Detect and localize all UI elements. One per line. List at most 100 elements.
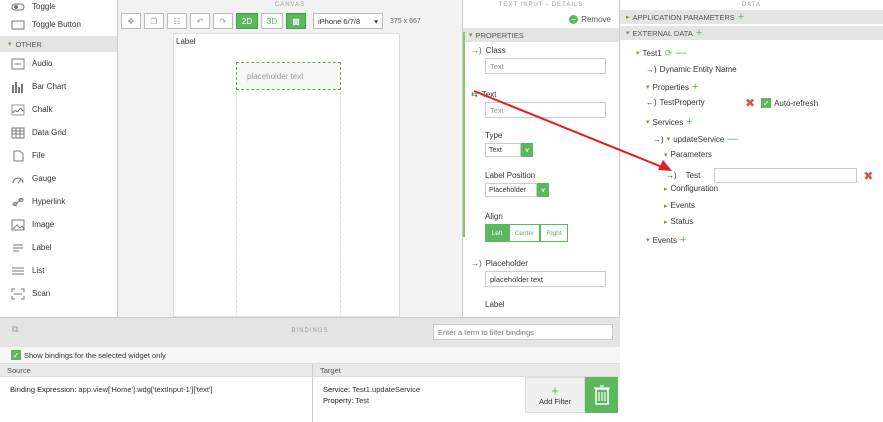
- palette-item-gauge[interactable]: Gauge: [0, 167, 117, 190]
- chevron-down-icon: ▾: [666, 136, 671, 143]
- binding-arrow-icon[interactable]: →): [471, 46, 482, 55]
- text-input[interactable]: Text: [485, 102, 606, 118]
- tree-status[interactable]: ▸ Status: [664, 217, 693, 226]
- palette-section-other[interactable]: ▾ OTHER: [0, 36, 117, 52]
- delete-icon[interactable]: ✖: [745, 96, 755, 110]
- palette-item-image[interactable]: Image: [0, 213, 117, 236]
- properties-header-label: PROPERTIES: [475, 30, 524, 40]
- device-select[interactable]: iPhone 6/7/8 ▾: [313, 13, 383, 29]
- scrollbar-track[interactable]: [463, 32, 465, 237]
- canvas-label-widget[interactable]: Label: [176, 37, 196, 46]
- device-size: 375 x 667: [390, 17, 421, 25]
- add-filter-label: Add Filter: [538, 396, 572, 406]
- remove-icon[interactable]: —: [675, 47, 686, 59]
- list-icon: [10, 264, 26, 278]
- tree-events[interactable]: ▾ Events +: [646, 234, 686, 246]
- align-left-button[interactable]: Left: [485, 224, 509, 242]
- responsive-icon[interactable]: ▩: [286, 13, 306, 29]
- palette-item-audio[interactable]: Audio: [0, 52, 117, 75]
- redo-icon[interactable]: ↷: [213, 13, 233, 29]
- palette-item-list[interactable]: List: [0, 259, 117, 282]
- palette-item-label: List: [32, 266, 45, 275]
- remove-icon[interactable]: —: [727, 133, 738, 145]
- placeholder-input[interactable]: placeholder text: [485, 271, 606, 287]
- chevron-down-icon: ▾: [646, 119, 650, 126]
- chevron-right-icon: ▸: [664, 202, 668, 210]
- binding-arrow-icon[interactable]: →): [646, 65, 657, 74]
- parameter-value-input[interactable]: [714, 168, 858, 183]
- prop-label-position: Label Position Placeholder ∨: [471, 171, 611, 197]
- tree-properties[interactable]: ▾ Properties +: [646, 81, 698, 93]
- source-row[interactable]: Binding Expression: app.view['Home'].wdg…: [0, 377, 312, 402]
- palette-item-scan[interactable]: Scan: [0, 282, 117, 305]
- app-params-section[interactable]: ▸ APPLICATION PARAMETERS +: [620, 10, 883, 24]
- label-position-select[interactable]: Placeholder ∨: [485, 183, 611, 197]
- delete-icon[interactable]: ☷: [167, 13, 187, 29]
- binding-bidirectional-icon[interactable]: ⇆: [471, 90, 478, 99]
- binding-bidirectional-icon[interactable]: ←): [646, 98, 657, 107]
- move-icon[interactable]: ✥: [121, 13, 141, 29]
- copy-icon[interactable]: ❐: [144, 13, 164, 29]
- palette-item-label: Chalk: [32, 105, 53, 114]
- tree-events-inner[interactable]: ▸ Events: [664, 201, 695, 210]
- tree-update-service[interactable]: →) ▾ updateService —: [653, 133, 738, 145]
- chevron-down-icon: ▾: [626, 30, 630, 37]
- binding-arrow-icon[interactable]: →): [666, 171, 677, 180]
- tree-configuration[interactable]: ▸ Configuration: [664, 184, 718, 193]
- canvas-text-input-widget[interactable]: placeholder text: [236, 62, 341, 90]
- palette-item-toggle-button[interactable]: Toggle Button: [0, 13, 117, 36]
- chevron-down-icon: ∨: [537, 183, 549, 197]
- binding-expression-value: app.view['Home'].wdg['textInput-1']['tex…: [78, 385, 213, 394]
- show-selected-checkbox[interactable]: ✓ Show bindings for the selected widget …: [0, 347, 620, 364]
- add-icon[interactable]: +: [686, 116, 692, 128]
- palette-item-label: Audio: [32, 59, 53, 68]
- align-center-button[interactable]: Center: [509, 224, 540, 242]
- tree-dynamic-entity[interactable]: →) Dynamic Entity Name: [646, 65, 737, 74]
- remove-button[interactable]: − Remove: [463, 10, 619, 28]
- device-canvas[interactable]: Label placeholder text: [173, 33, 400, 318]
- undo-icon[interactable]: ↶: [190, 13, 210, 29]
- palette-item-file[interactable]: File: [0, 144, 117, 167]
- add-icon[interactable]: +: [738, 11, 744, 23]
- source-header: Source: [0, 364, 312, 377]
- bindings-filter-input[interactable]: Enter a term to filter bindings: [433, 324, 613, 340]
- class-input[interactable]: Text: [485, 58, 606, 74]
- palette-item-hyperlink[interactable]: Hyperlink: [0, 190, 117, 213]
- external-data-label: EXTERNAL DATA: [632, 28, 693, 38]
- data-panel: DATA ▸ APPLICATION PARAMETERS + ▾ EXTERN…: [620, 0, 883, 421]
- remove-icon: −: [569, 14, 579, 24]
- prop-type: Type Text ∨: [471, 131, 611, 157]
- refresh-icon[interactable]: ⟳: [665, 48, 673, 59]
- external-data-section[interactable]: ▾ EXTERNAL DATA +: [620, 26, 883, 40]
- binding-arrow-icon[interactable]: →): [471, 259, 482, 268]
- tree-properties-label: Properties: [652, 82, 689, 92]
- align-right-button[interactable]: Right: [540, 224, 568, 242]
- palette-item-data-grid[interactable]: Data Grid: [0, 121, 117, 144]
- tree-test1[interactable]: ▾ Test1 ⟳ —: [636, 47, 686, 59]
- tree-configuration-label: Configuration: [670, 184, 719, 193]
- palette-item-chalk[interactable]: Chalk: [0, 98, 117, 121]
- checkbox-checked-icon[interactable]: ✓: [761, 98, 772, 108]
- data-title: DATA: [741, 2, 762, 8]
- chevron-down-icon: ▾: [469, 32, 473, 39]
- add-icon[interactable]: +: [680, 234, 686, 246]
- binding-arrow-icon[interactable]: →): [653, 135, 664, 144]
- tree-parameters[interactable]: ▾ Parameters: [664, 150, 712, 159]
- tree-test-property[interactable]: ←) TestProperty: [646, 98, 705, 107]
- delete-binding-button[interactable]: [585, 377, 618, 413]
- view-2d-button[interactable]: 2D: [236, 13, 258, 29]
- palette-item-label-widget[interactable]: Label: [0, 236, 117, 259]
- add-icon[interactable]: +: [692, 81, 698, 93]
- palette-item-toggle[interactable]: Toggle: [0, 0, 117, 13]
- canvas-column: [236, 62, 341, 318]
- type-select[interactable]: Text ∨: [485, 143, 611, 157]
- add-icon[interactable]: +: [696, 27, 702, 39]
- add-filter-button[interactable]: + Add Filter: [525, 377, 585, 413]
- palette-item-bar-chart[interactable]: Bar Chart: [0, 75, 117, 98]
- properties-header[interactable]: ▾ PROPERTIES: [463, 28, 619, 42]
- tree-services[interactable]: ▾ Services +: [646, 116, 693, 128]
- tree-param-test[interactable]: →) Test ✖: [666, 168, 873, 183]
- view-3d-button[interactable]: 3D: [261, 13, 283, 29]
- delete-icon[interactable]: ✖: [863, 169, 873, 183]
- tree-status-label: Status: [670, 217, 694, 226]
